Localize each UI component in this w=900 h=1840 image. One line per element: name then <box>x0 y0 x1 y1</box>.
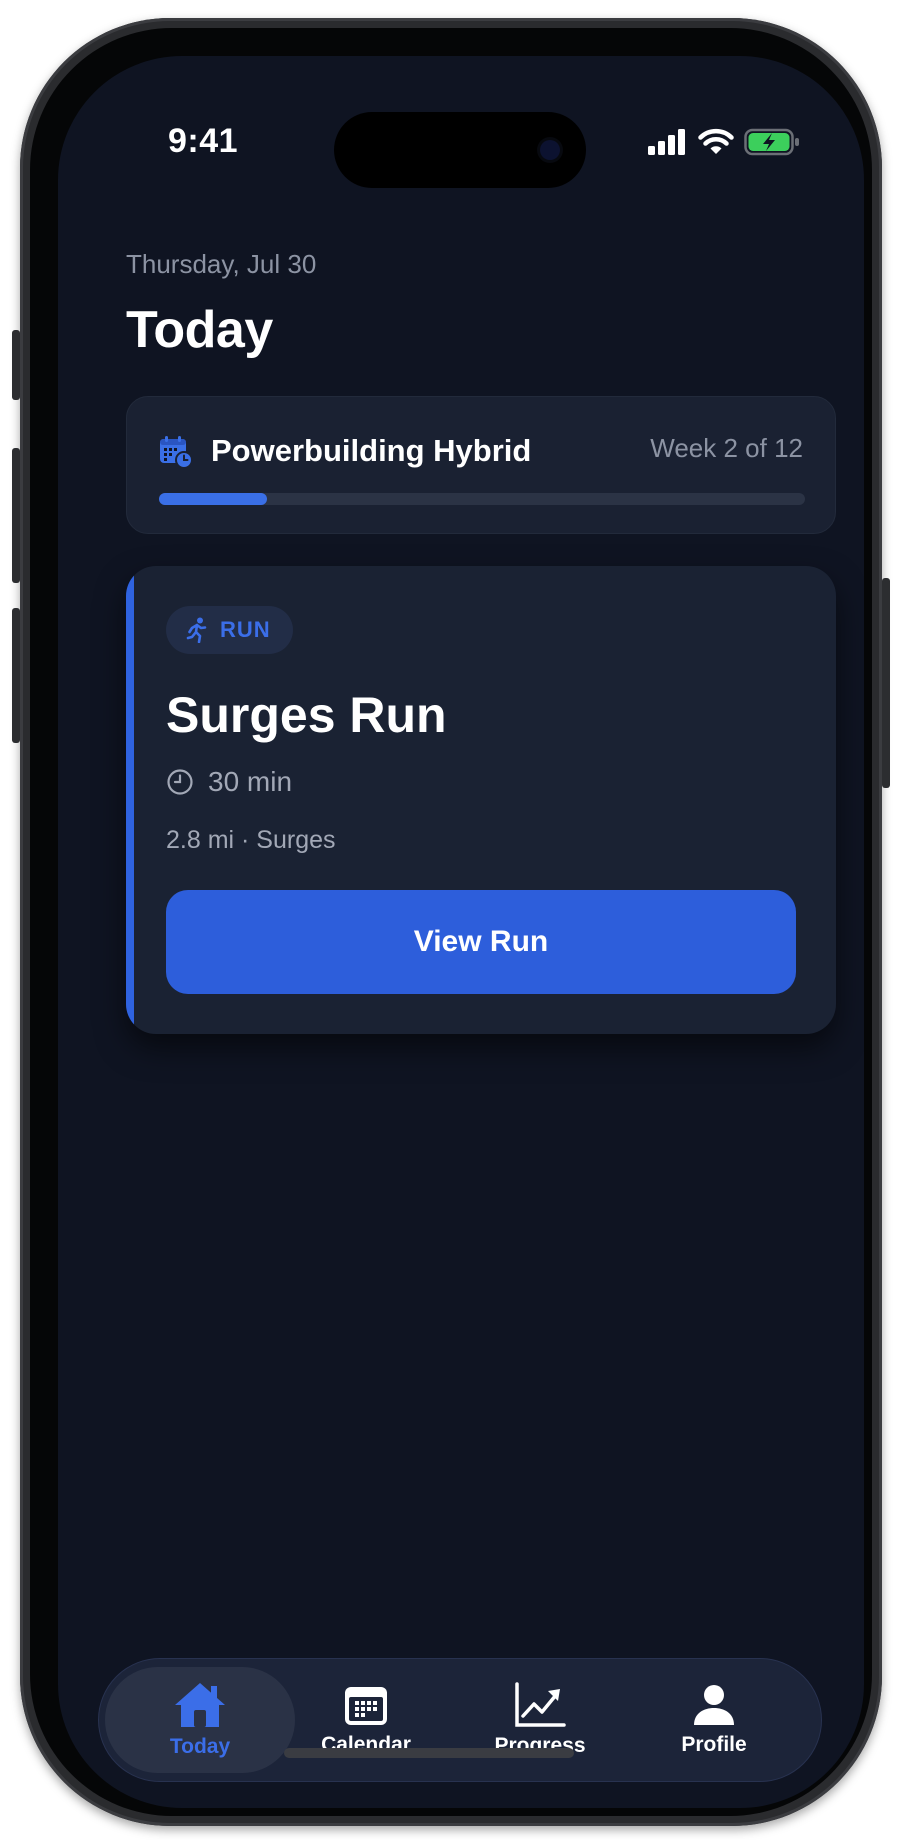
current-date: Thursday, Jul 30 <box>126 249 317 279</box>
front-camera <box>540 140 560 160</box>
view-run-button[interactable]: View Run <box>166 890 796 994</box>
home-icon <box>175 1683 225 1727</box>
calendar-clock-icon <box>160 436 193 469</box>
workout-card[interactable]: RUN Surges Run 30 min 2.8 mi · Surges Vi… <box>126 566 836 1034</box>
screen: 9:41 Thursday, Jul 30 Today Powerbuildin… <box>58 56 864 1808</box>
program-progress-track <box>159 493 805 505</box>
duration-text: 30 min <box>208 766 293 797</box>
home-indicator <box>284 1748 574 1758</box>
trend-chart-icon <box>515 1682 566 1727</box>
workout-title: Surges Run <box>166 687 447 743</box>
action-button <box>12 330 20 400</box>
program-week: Week 2 of 12 <box>650 433 803 463</box>
program-progress-fill <box>159 493 267 505</box>
signal-icon <box>648 129 685 155</box>
clock-icon <box>167 769 193 795</box>
running-person-icon <box>186 617 207 643</box>
tab-label-today: Today <box>169 1735 231 1758</box>
volume-down-button <box>12 608 20 743</box>
bezel: 9:41 Thursday, Jul 30 Today Powerbuildin… <box>30 28 872 1816</box>
program-name: Powerbuilding Hybrid <box>211 433 532 468</box>
device-frame: 9:41 Thursday, Jul 30 Today Powerbuildin… <box>12 18 890 1826</box>
wifi-icon <box>698 128 734 154</box>
status-time: 9:41 <box>168 122 239 160</box>
tab-bar: Today Calendar Progress Profile <box>98 1658 822 1782</box>
volume-up-button <box>12 448 20 583</box>
battery-charging-icon <box>744 128 799 156</box>
page-title: Today <box>126 301 273 359</box>
status-icons <box>648 128 800 156</box>
status-bar: 9:41 <box>58 56 864 196</box>
workout-duration: 30 min <box>166 766 292 798</box>
calendar-icon <box>345 1687 387 1725</box>
tab-today[interactable]: Today <box>105 1667 295 1773</box>
program-card[interactable]: Powerbuilding Hybrid Week 2 of 12 <box>126 396 836 534</box>
workout-type-badge: RUN <box>166 606 293 654</box>
workout-type-label: RUN <box>220 617 271 642</box>
dynamic-island <box>334 112 586 188</box>
person-icon <box>694 1685 734 1725</box>
power-button <box>882 578 890 788</box>
card-accent-bar <box>126 566 134 1034</box>
workout-details: 2.8 mi · Surges <box>166 826 336 854</box>
tab-label-profile: Profile <box>681 1733 747 1756</box>
tab-profile[interactable]: Profile <box>619 1667 809 1773</box>
